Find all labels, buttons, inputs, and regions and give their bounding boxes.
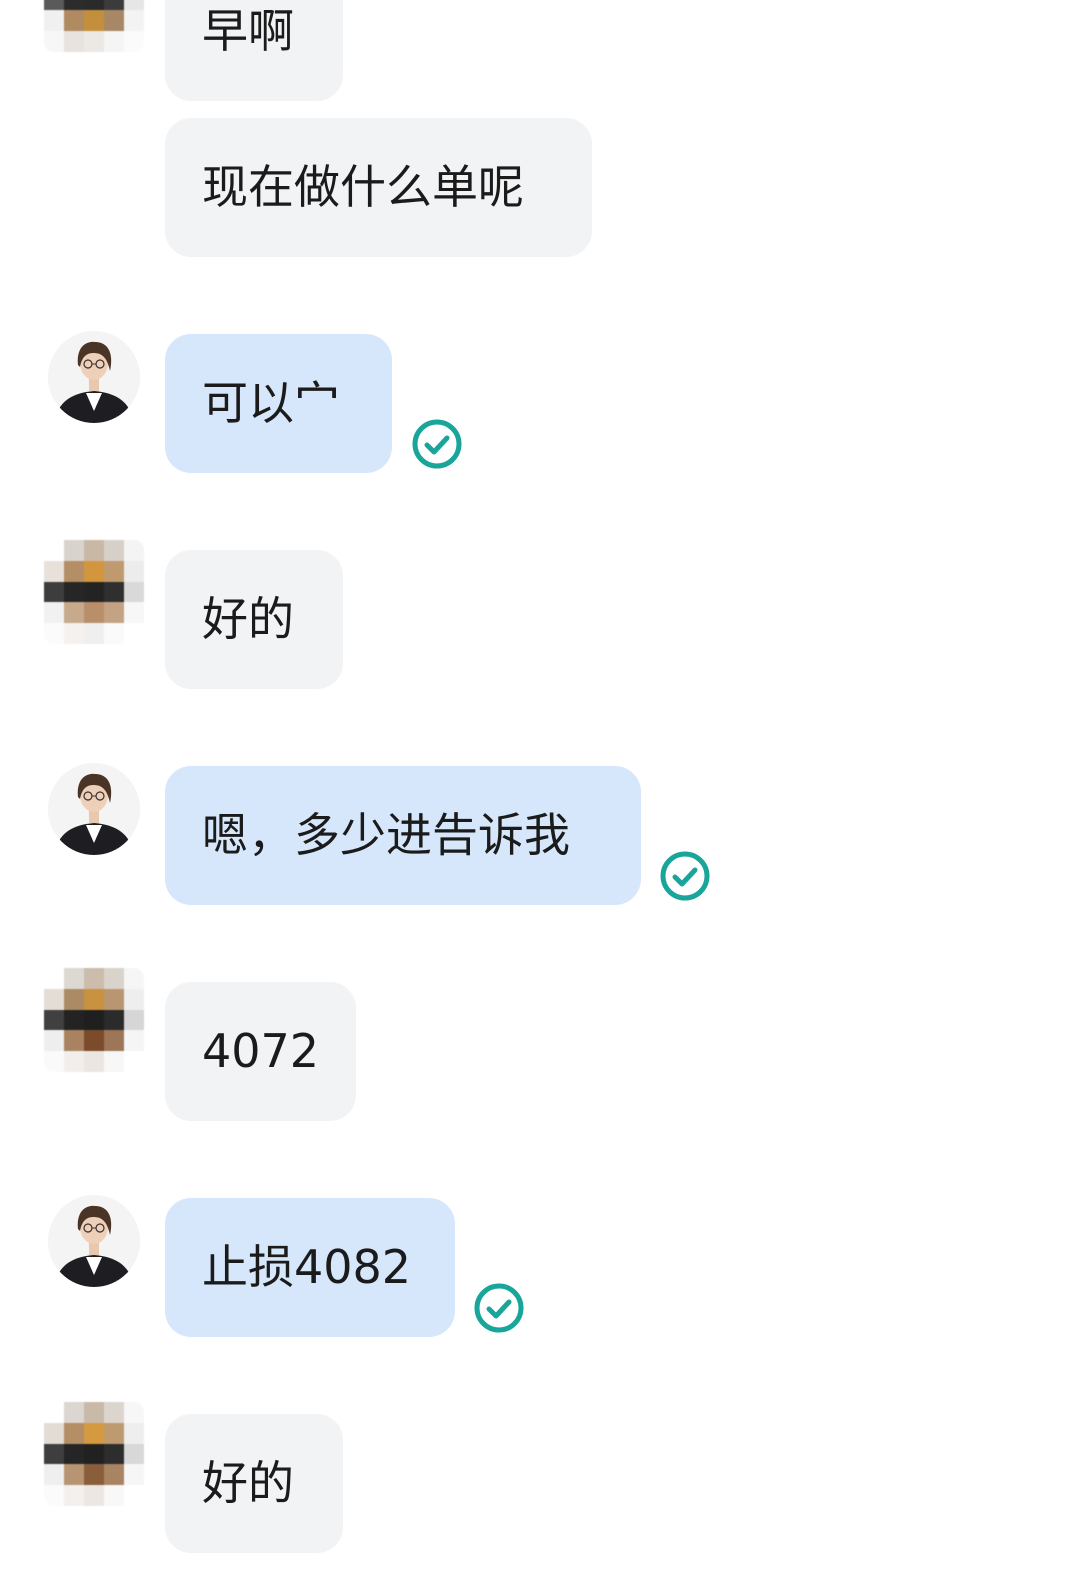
- peer-avatar[interactable]: [44, 0, 144, 52]
- self-avatar[interactable]: [48, 331, 140, 423]
- message-bubble[interactable]: 止损4082: [165, 1198, 455, 1337]
- message-bubble[interactable]: 可以宀: [165, 334, 392, 473]
- message-text: 4072: [202, 1024, 320, 1078]
- message-text: 好的: [202, 592, 294, 646]
- self-avatar[interactable]: [48, 1195, 140, 1287]
- message-bubble[interactable]: 嗯，多少进告诉我: [165, 766, 641, 905]
- message-text: 可以宀: [202, 376, 340, 430]
- avatar-woman-icon: [48, 1195, 140, 1287]
- message-bubble[interactable]: 现在做什么单呢: [165, 118, 592, 257]
- message-text: 好的: [202, 1456, 294, 1510]
- self-avatar[interactable]: [48, 763, 140, 855]
- message-text: 嗯，多少进告诉我: [202, 808, 570, 862]
- peer-avatar[interactable]: [44, 968, 144, 1072]
- avatar-woman-icon: [48, 763, 140, 855]
- peer-avatar[interactable]: [44, 540, 144, 644]
- message-bubble[interactable]: 早啊: [165, 0, 343, 101]
- avatar-woman-icon: [48, 331, 140, 423]
- message-list[interactable]: 早啊 现在做什么单呢 可以宀 好的 嗯，多少进告诉我 4072 止损4082 好…: [0, 0, 1080, 1587]
- message-text: 现在做什么单呢: [202, 160, 524, 214]
- message-bubble[interactable]: 好的: [165, 550, 343, 689]
- check-circle-icon: [412, 419, 462, 469]
- message-text: 早啊: [202, 4, 294, 58]
- check-circle-icon: [660, 851, 710, 901]
- message-bubble[interactable]: 4072: [165, 982, 356, 1121]
- chat-screen: 早啊 现在做什么单呢 可以宀 好的 嗯，多少进告诉我 4072 止损4082 好…: [0, 0, 1080, 1587]
- check-circle-icon: [474, 1283, 524, 1333]
- message-bubble[interactable]: 好的: [165, 1414, 343, 1553]
- peer-avatar[interactable]: [44, 1402, 144, 1506]
- message-text: 止损4082: [202, 1240, 412, 1294]
